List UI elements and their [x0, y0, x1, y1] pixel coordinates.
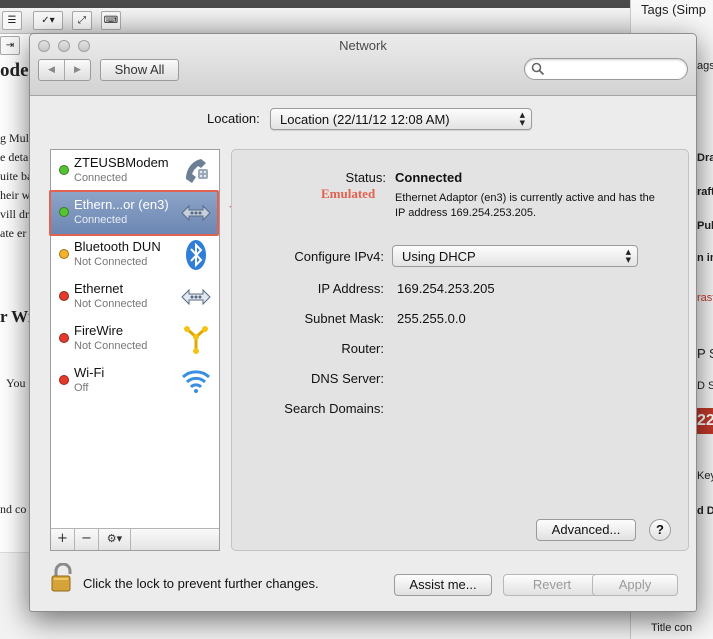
window-titlebar: Network ◀ ▶ Show All — [30, 34, 696, 96]
status-dot-icon — [59, 249, 69, 259]
service-item-ztemodem[interactable]: ZTEUSBModem Connected — [51, 150, 219, 192]
background-heading: ode — [0, 60, 29, 81]
firewire-icon — [184, 326, 208, 354]
search-input[interactable] — [549, 61, 679, 77]
service-status: Connected — [74, 172, 128, 184]
service-status: Off — [74, 382, 89, 394]
toolbar-format-icon[interactable]: ☰ — [2, 11, 22, 30]
revert-button[interactable]: Revert — [503, 574, 601, 596]
service-item-firewire[interactable]: FireWire Not Connected — [51, 318, 219, 360]
subnet-mask-value: 255.255.0.0 — [397, 311, 466, 326]
background-text: nd co — [0, 502, 27, 516]
background-text: n im — [697, 252, 713, 264]
background-text: Title con — [651, 622, 693, 634]
status-label: Status: — [345, 170, 386, 185]
network-preferences-window: Network ◀ ▶ Show All Location: Location … — [29, 33, 697, 612]
status-dot-icon — [59, 291, 69, 301]
background-text: g Mul — [0, 131, 30, 145]
location-label: Location: — [207, 111, 260, 126]
router-label: Router: — [341, 341, 384, 356]
background-text: D Se — [697, 380, 713, 392]
service-item-bluetooth-dun[interactable]: Bluetooth DUN Not Connected — [51, 234, 219, 276]
location-value: Location (22/11/12 12:08 AM) — [280, 112, 450, 127]
background-toolbar: ☰ ✓▾ ⤢ ⌨ — [0, 8, 630, 34]
background-text: rast — [697, 292, 713, 304]
updown-arrows-icon: ▲ ▼ — [519, 111, 525, 127]
background-text: You — [6, 376, 26, 390]
service-item-wifi[interactable]: Wi-Fi Off — [51, 360, 219, 402]
service-name: ZTEUSBModem — [74, 155, 169, 170]
dns-server-label: DNS Server: — [311, 371, 384, 386]
help-button[interactable]: ? — [649, 519, 671, 541]
service-name: Ethernet — [74, 281, 124, 296]
status-dot-icon — [59, 333, 69, 343]
background-text: ate er — [0, 226, 27, 240]
gear-menu-button[interactable]: ⚙▾ — [99, 529, 131, 550]
background-text: Tags (Simp — [641, 2, 707, 17]
search-field[interactable] — [524, 58, 688, 80]
configure-ipv4-select[interactable]: Using DHCP ▲ ▼ — [392, 245, 638, 267]
show-all-button[interactable]: Show All — [100, 59, 179, 81]
background-text: Draf — [697, 152, 713, 164]
status-value: Connected — [395, 170, 463, 185]
configure-ipv4-value: Using DHCP — [402, 249, 476, 264]
lock-icon[interactable] — [50, 563, 76, 593]
window-title: Network — [339, 38, 387, 53]
background-text: e deta — [0, 150, 29, 164]
annotation-label: Emulated — [321, 186, 376, 201]
background-text: P SI — [697, 346, 713, 361]
toolbar-indent-icon[interactable]: ⇥ — [0, 36, 20, 55]
background-menubar — [0, 0, 713, 8]
background-text: uite ba — [0, 169, 33, 183]
apply-button[interactable]: Apply — [592, 574, 678, 596]
wifi-icon — [181, 370, 211, 393]
subnet-mask-label: Subnet Mask: — [304, 311, 385, 326]
status-dot-icon — [59, 375, 69, 385]
background-text: ags — [697, 60, 713, 72]
ip-address-label: IP Address: — [317, 281, 384, 296]
search-domains-label: Search Domains: — [284, 401, 384, 416]
assist-me-button[interactable]: Assist me... — [394, 574, 492, 596]
background-text: raft — [697, 186, 713, 198]
background-text: heir w — [0, 188, 31, 202]
status-dot-icon — [59, 165, 69, 175]
forward-button[interactable]: ▶ — [65, 60, 90, 80]
service-name: Wi-Fi — [74, 365, 105, 380]
configure-ipv4-label: Configure IPv4: — [294, 249, 384, 264]
background-text: Pub — [697, 220, 713, 232]
background-text: vill dr — [0, 207, 29, 221]
remove-service-button[interactable]: − — [75, 529, 99, 550]
background-badge: 22 — [697, 408, 713, 434]
search-icon — [531, 62, 545, 76]
back-button[interactable]: ◀ — [39, 60, 65, 80]
location-select[interactable]: Location (22/11/12 12:08 AM) ▲ ▼ — [270, 108, 532, 130]
service-status: Not Connected — [74, 298, 148, 310]
bluetooth-icon — [186, 240, 206, 270]
lock-message: Click the lock to prevent further change… — [83, 576, 319, 591]
background-heading: r Wi — [0, 307, 33, 326]
service-item-ethernet[interactable]: Ethernet Not Connected — [51, 276, 219, 318]
service-status: Not Connected — [74, 340, 148, 352]
background-text: Key — [697, 470, 713, 482]
back-forward-control: ◀ ▶ — [38, 59, 91, 81]
toolbar-keyboard-icon[interactable]: ⌨ — [101, 11, 121, 30]
service-name: FireWire — [74, 323, 124, 338]
add-service-button[interactable]: + — [51, 529, 75, 550]
ethernet-icon — [181, 288, 211, 306]
annotation-highlight-box — [49, 190, 219, 236]
background-text: d D — [697, 505, 713, 517]
service-status: Not Connected — [74, 256, 148, 268]
service-name: Bluetooth DUN — [74, 239, 161, 254]
service-list-toolbar: + − ⚙▾ — [51, 528, 219, 550]
updown-arrows-icon: ▲ ▼ — [625, 248, 631, 264]
status-description: Ethernet Adaptor (en3) is currently acti… — [395, 192, 655, 219]
service-detail-panel: Status: Connected Ethernet Adaptor (en3)… — [231, 149, 689, 551]
ip-address-value: 169.254.253.205 — [397, 281, 495, 296]
toolbar-fullscreen-icon[interactable]: ⤢ — [72, 11, 92, 30]
advanced-button[interactable]: Advanced... — [536, 519, 636, 541]
modem-phone-icon — [186, 159, 208, 183]
toolbar-spellcheck-icon[interactable]: ✓▾ — [33, 11, 63, 30]
